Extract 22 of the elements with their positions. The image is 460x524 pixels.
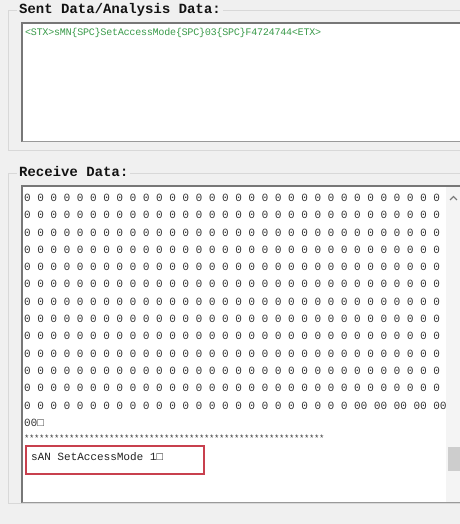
separator-line: ************************************************************ [24,433,326,446]
data-line: 00□ [24,416,45,432]
data-line: 0 0 0 0 0 0 0 0 0 0 0 0 0 0 0 0 0 0 0 0 0 0 0 0 0 0 0 0 0 0 0 0 [24,330,441,346]
scroll-thumb[interactable] [448,447,460,471]
receive-data-field[interactable] [21,185,460,503]
scroll-up-icon[interactable] [449,195,458,201]
data-line: 0 0 0 0 0 0 0 0 0 0 0 0 0 0 0 0 0 0 0 0 0 0 0 0 0 0 0 0 0 0 0 0 [24,348,441,363]
data-line: 0 0 0 0 0 0 0 0 0 0 0 0 0 0 0 0 0 0 0 0 0 0 0 0 0 00 00 00 00 00 [24,400,446,415]
data-line: 0 0 0 0 0 0 0 0 0 0 0 0 0 0 0 0 0 0 0 0 0 0 0 0 0 0 0 0 0 0 0 0 [24,226,441,242]
data-line: 0 0 0 0 0 0 0 0 0 0 0 0 0 0 0 0 0 0 0 0 0 0 0 0 0 0 0 0 0 0 0 0 [24,313,441,328]
data-line: 0 0 0 0 0 0 0 0 0 0 0 0 0 0 0 0 0 0 0 0 0 0 0 0 0 0 0 0 0 0 0 0 [24,382,441,398]
group-title: Sent Data/Analysis Data: [18,2,222,18]
sent-data-field[interactable]: <STX>sMN{SPC}SetAccessMode{SPC}03{SPC}F4724744<ETX> [21,22,460,142]
data-line: 0 0 0 0 0 0 0 0 0 0 0 0 0 0 0 0 0 0 0 0 0 0 0 0 0 0 0 0 0 0 0 0 [24,296,441,311]
data-line: 0 0 0 0 0 0 0 0 0 0 0 0 0 0 0 0 0 0 0 0 0 0 0 0 0 0 0 0 0 0 0 0 [24,261,441,276]
data-line: 0 0 0 0 0 0 0 0 0 0 0 0 0 0 0 0 0 0 0 0 0 0 0 0 0 0 0 0 0 0 0 0 [24,364,441,380]
group-title: Receive Data: [18,165,130,181]
scrollbar[interactable] [446,187,460,502]
data-line: 0 0 0 0 0 0 0 0 0 0 0 0 0 0 0 0 0 0 0 0 0 0 0 0 0 0 0 0 0 0 0 0 [24,209,441,224]
data-line: 0 0 0 0 0 0 0 0 0 0 0 0 0 0 0 0 0 0 0 0 0 0 0 0 0 0 0 0 0 0 0 0 [24,278,441,294]
data-line: 0 0 0 0 0 0 0 0 0 0 0 0 0 0 0 0 0 0 0 0 0 0 0 0 0 0 0 0 0 0 0 0 [24,244,441,259]
data-line: 0 0 0 0 0 0 0 0 0 0 0 0 0 0 0 0 0 0 0 0 0 0 0 0 0 0 0 0 0 0 0 0 [24,192,441,207]
